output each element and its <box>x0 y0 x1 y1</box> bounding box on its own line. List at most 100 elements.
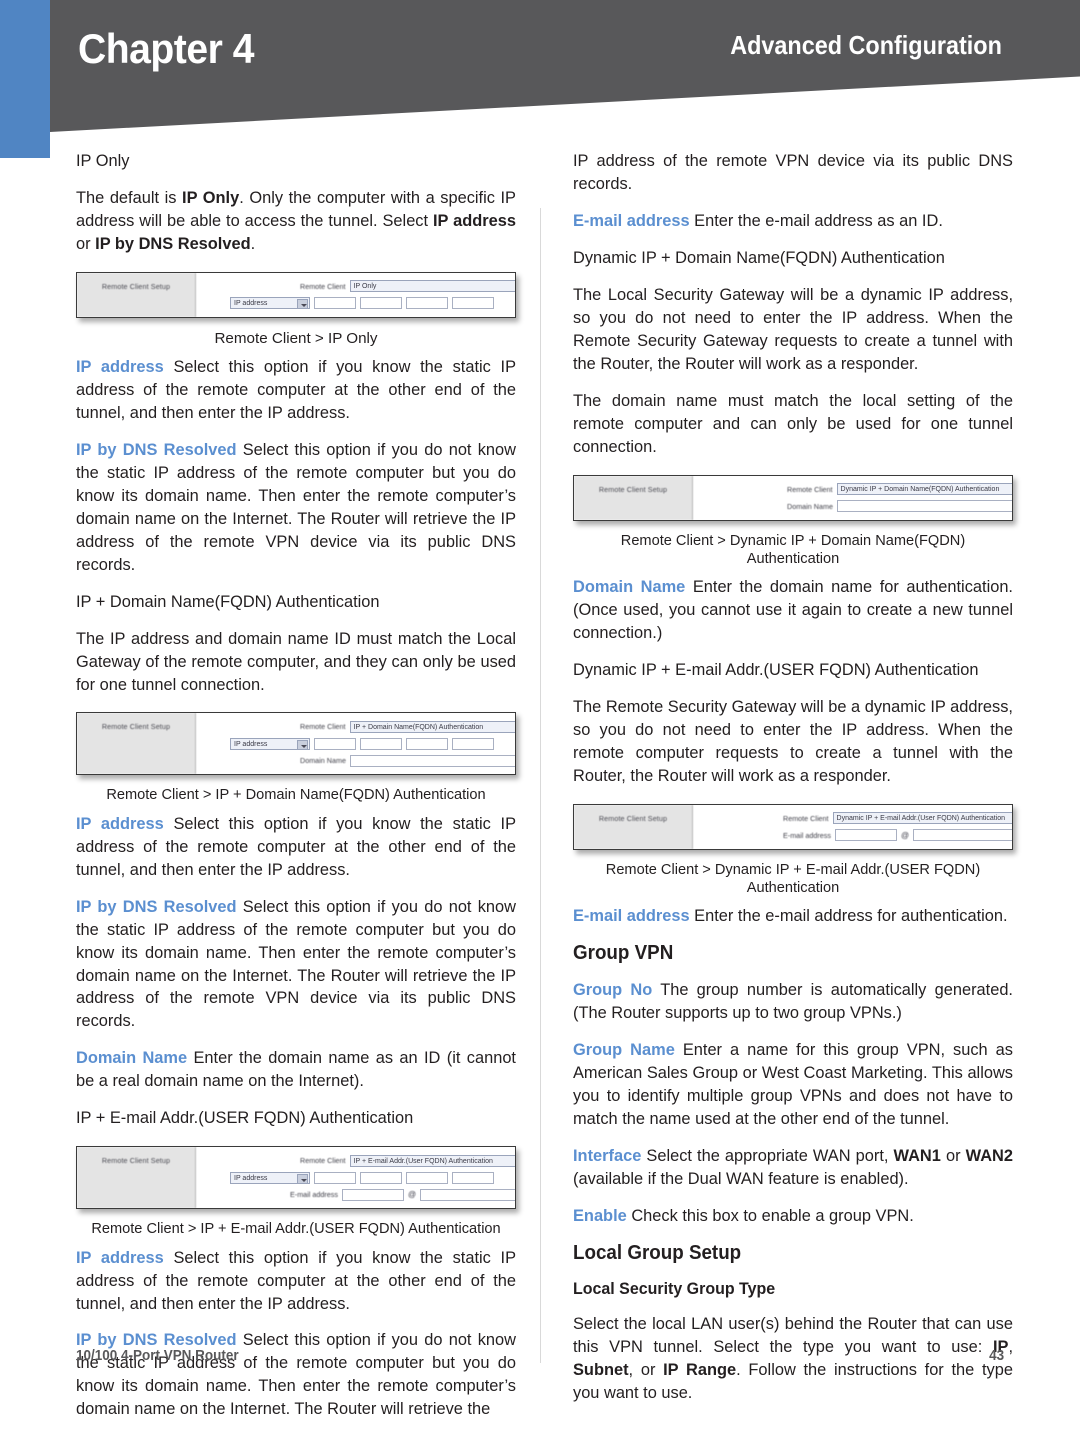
router-ui-screenshot: Remote Client Setup Remote Client IP + E… <box>76 1146 516 1210</box>
email-domain-part-input[interactable] <box>913 829 1012 842</box>
field-label-remote-client: Remote Client <box>300 281 346 291</box>
ip-octet-1-input[interactable] <box>314 297 356 310</box>
ip-octet-1-input[interactable] <box>314 1171 356 1184</box>
field-label-domain-name: Domain Name <box>300 756 346 766</box>
at-sign-icon: @ <box>900 830 910 840</box>
accent-term: Group Name <box>573 1041 675 1060</box>
field-label-remote-client: Remote Client <box>300 722 346 732</box>
text-fragment: . <box>250 234 256 253</box>
router-ui-screenshot: Remote Client Setup Remote Client Dynami… <box>573 803 1013 850</box>
paragraph-group-name: Group Name Enter a name for this group V… <box>573 1039 1013 1131</box>
text-fragment: or <box>940 1147 966 1166</box>
form-row-email-address: E-mail address @ <box>196 1188 515 1201</box>
text-fragment: Select the appropriate WAN port, <box>646 1147 894 1166</box>
paragraph-domain-name-1: Domain Name Enter the domain name as an … <box>76 1047 516 1093</box>
remote-client-select[interactable]: Dynamic IP + E-mail Addr.(User FQDN) Aut… <box>832 812 1012 825</box>
text-fragment: The default is <box>76 188 183 207</box>
text-fragment: Enter the e-mail address for authenticat… <box>694 907 1008 926</box>
heading-ip-fqdn: IP + Domain Name(FQDN) Authentication <box>76 592 380 611</box>
text-fragment: Select this option if you do not know th… <box>76 440 516 574</box>
text-fragment: or <box>76 234 96 253</box>
accent-term: IP by DNS Resolved <box>76 1331 237 1350</box>
ip-octet-4-input[interactable] <box>452 297 494 310</box>
page-header: Chapter 4 Advanced Configuration <box>0 0 1080 165</box>
accent-term: IP by DNS Resolved <box>76 897 237 916</box>
ip-address-type-select[interactable]: IP address <box>230 1171 310 1184</box>
accent-term: Enable <box>573 1207 627 1226</box>
paragraph-email-address-1: E-mail address Enter the e-mail address … <box>573 210 1013 233</box>
bold-term: WAN2 <box>965 1147 1013 1166</box>
ip-address-type-select[interactable]: IP address <box>230 737 310 750</box>
chevron-down-icon[interactable] <box>297 299 308 309</box>
remote-client-select[interactable]: Dynamic IP + Domain Name(FQDN) Authentic… <box>836 483 1012 496</box>
form-row-remote-client: Remote Client IP + Domain Name(FQDN) Aut… <box>196 720 515 733</box>
remote-client-select[interactable]: IP + E-mail Addr.(User FQDN) Authenticat… <box>349 1154 515 1167</box>
panel-label-remote-client-setup: Remote Client Setup <box>77 272 196 317</box>
bold-term: IP address <box>433 211 516 230</box>
paragraph-ip-address-1: IP address Select this option if you kno… <box>76 356 516 425</box>
text-fragment: (available if the Dual WAN feature is en… <box>573 1170 909 1189</box>
heading-dynamic-ip-email: Dynamic IP + E-mail Addr.(USER FQDN) Aut… <box>573 661 979 680</box>
ip-octet-3-input[interactable] <box>406 297 448 310</box>
figure-caption: Remote Client > Dynamic IP + Domain Name… <box>620 532 966 567</box>
paragraph-group-no: Group No The group number is automatical… <box>573 979 1013 1025</box>
heading-group-vpn: Group VPN <box>573 942 674 965</box>
select-value: IP address <box>234 300 268 308</box>
ip-octet-2-input[interactable] <box>360 297 402 310</box>
chevron-down-icon[interactable] <box>297 1173 308 1183</box>
email-domain-part-input[interactable] <box>420 1188 515 1201</box>
field-label-remote-client: Remote Client <box>783 813 829 823</box>
select-value: IP + Domain Name(FQDN) Authentication <box>353 723 484 731</box>
accent-term: Group No <box>573 981 653 1000</box>
ip-octet-4-input[interactable] <box>452 737 494 750</box>
paragraph-enable: Enable Check this box to enable a group … <box>573 1205 1013 1228</box>
heading-ip-email-fqdn: IP + E-mail Addr.(USER FQDN) Authenticat… <box>76 1109 414 1128</box>
text-fragment: , <box>1008 1338 1013 1356</box>
email-local-part-input[interactable] <box>834 829 897 842</box>
panel-label-remote-client-setup: Remote Client Setup <box>574 804 693 849</box>
panel-body: Remote Client IP + Domain Name(FQDN) Aut… <box>196 713 515 774</box>
ip-octet-3-input[interactable] <box>406 1171 448 1184</box>
email-local-part-input[interactable] <box>341 1188 404 1201</box>
paragraph-dns-resolved-2: IP by DNS Resolved Select this option if… <box>76 896 516 1034</box>
select-value: IP address <box>234 740 268 748</box>
accent-term: E-mail address <box>573 907 690 926</box>
accent-term: Interface <box>573 1147 642 1166</box>
text-fragment: Select this option if you do not know th… <box>76 897 516 1031</box>
accent-term: IP address <box>76 1248 164 1267</box>
paragraph-dns-resolved-1: IP by DNS Resolved Select this option if… <box>76 439 516 577</box>
ip-octet-4-input[interactable] <box>452 1171 494 1184</box>
select-value: IP + E-mail Addr.(User FQDN) Authenticat… <box>353 1157 493 1165</box>
field-label-remote-client: Remote Client <box>787 484 833 494</box>
figure-remote-client-ip-fqdn: Remote Client Setup Remote Client IP + D… <box>76 712 516 804</box>
at-sign-icon: @ <box>407 1190 417 1200</box>
bold-term: IP by DNS Resolved <box>95 234 251 253</box>
form-row-remote-client: Remote Client IP Only <box>196 280 515 293</box>
field-label-domain-name: Domain Name <box>787 501 833 511</box>
panel-body: Remote Client IP + E-mail Addr.(User FQD… <box>196 1147 515 1208</box>
figure-remote-client-ip-only: Remote Client Setup Remote Client IP Onl… <box>76 271 516 348</box>
paragraph-dynamic-email: The Remote Security Gateway will be a dy… <box>573 698 1013 785</box>
text-fragment: Check this box to enable a group VPN. <box>631 1207 914 1226</box>
column-divider <box>540 208 541 1363</box>
section-title: Advanced Configuration <box>730 30 1002 60</box>
ip-octet-1-input[interactable] <box>314 737 356 750</box>
footer-page-number: 43 <box>988 1348 1004 1364</box>
accent-term: Domain Name <box>76 1049 188 1068</box>
chevron-down-icon[interactable] <box>297 739 308 749</box>
right-column: IP address of the remote VPN device via … <box>573 150 1013 1419</box>
ip-octet-3-input[interactable] <box>406 737 448 750</box>
ip-address-type-select[interactable]: IP address <box>230 297 310 310</box>
figure-caption: Remote Client > IP Only <box>214 329 378 347</box>
ip-octet-2-input[interactable] <box>360 737 402 750</box>
remote-client-select[interactable]: IP + Domain Name(FQDN) Authentication <box>349 720 515 733</box>
paragraph-dynamic-fqdn-1: The Local Security Gateway will be a dyn… <box>573 285 1013 373</box>
form-row-remote-client: Remote Client Dynamic IP + Domain Name(F… <box>693 483 1012 496</box>
ip-octet-2-input[interactable] <box>360 1171 402 1184</box>
panel-label-remote-client-setup: Remote Client Setup <box>77 713 196 775</box>
paragraph-continued: IP address of the remote VPN device via … <box>573 152 1013 193</box>
text-fragment: Enter the e-mail address as an ID. <box>694 211 943 230</box>
domain-name-input[interactable] <box>349 754 515 767</box>
domain-name-input[interactable] <box>836 500 1012 513</box>
remote-client-select[interactable]: IP Only <box>349 280 515 293</box>
